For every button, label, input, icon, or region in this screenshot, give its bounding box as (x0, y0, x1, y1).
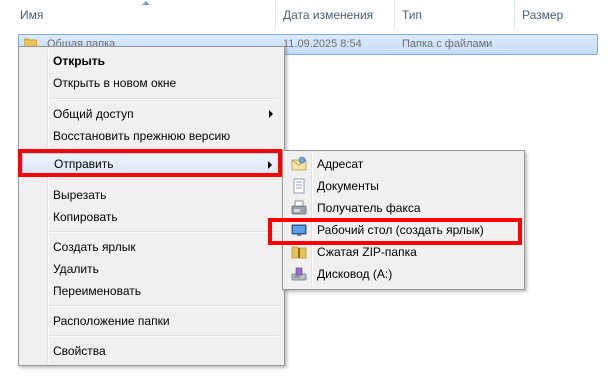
send-to-documents[interactable]: Документы (286, 175, 521, 197)
menu-separator (49, 231, 279, 233)
mail-recipient-icon (291, 156, 307, 171)
send-to-fax-recipient[interactable]: Получатель факса (286, 197, 521, 219)
desktop-icon (291, 224, 307, 236)
column-divider[interactable] (514, 0, 515, 30)
sort-ascending-icon (142, 1, 150, 5)
floppy-drive-icon (291, 267, 307, 281)
submenu-arrow-icon (269, 110, 273, 118)
column-name[interactable]: Имя (20, 0, 43, 30)
send-to-zip-folder[interactable]: Сжатая ZIP-папка (286, 241, 521, 263)
menu-item-delete[interactable]: Удалить (22, 258, 281, 280)
menu-item-open[interactable]: Открыть (22, 50, 281, 72)
menu-separator (49, 98, 279, 100)
send-to-item-label: Получатель факса (317, 201, 421, 215)
context-menu: Открыть Открыть в новом окне Общий досту… (18, 46, 285, 366)
menu-item-send-to-label: Отправить (54, 157, 114, 171)
column-divider[interactable] (394, 0, 395, 30)
send-to-mail-recipient[interactable]: Адресат (286, 153, 521, 175)
column-divider[interactable] (275, 0, 276, 30)
column-date-modified[interactable]: Дата изменения (283, 0, 373, 30)
menu-separator (49, 179, 279, 181)
menu-separator (49, 150, 279, 152)
column-size[interactable]: Размер (522, 0, 563, 30)
file-date: 11.09.2025 8:54 (283, 38, 362, 50)
menu-separator (49, 335, 279, 337)
send-to-submenu: Адресат Документы Получатель факса Рабоч… (282, 150, 525, 290)
column-header-bar: Имя Дата изменения Тип Размер (0, 0, 610, 30)
send-to-item-label: Адресат (317, 157, 364, 171)
menu-separator (49, 305, 279, 307)
send-to-desktop-shortcut[interactable]: Рабочий стол (создать ярлык) (286, 219, 521, 241)
menu-item-restore-previous[interactable]: Восстановить прежнюю версию (22, 125, 281, 147)
menu-item-rename[interactable]: Переименовать (22, 280, 281, 302)
column-type[interactable]: Тип (402, 0, 422, 30)
send-to-item-label: Дисковод (A:) (317, 267, 393, 281)
submenu-arrow-icon (268, 161, 272, 169)
send-to-item-label: Сжатая ZIP-папка (317, 245, 417, 259)
menu-item-properties[interactable]: Свойства (22, 340, 281, 362)
file-type: Папка с файлами (402, 38, 493, 50)
fax-icon (291, 200, 307, 215)
documents-icon (293, 178, 305, 194)
menu-item-cut[interactable]: Вырезать (22, 184, 281, 206)
menu-item-create-shortcut[interactable]: Создать ярлык (22, 236, 281, 258)
menu-item-send-to[interactable]: Отправить (22, 153, 281, 175)
menu-item-open-new-window[interactable]: Открыть в новом окне (22, 72, 281, 94)
send-to-floppy-drive[interactable]: Дисковод (A:) (286, 263, 521, 285)
menu-item-share-label: Общий доступ (53, 107, 134, 121)
send-to-item-label: Документы (317, 179, 379, 193)
zip-folder-icon (291, 246, 307, 259)
menu-item-share[interactable]: Общий доступ (22, 103, 281, 125)
send-to-item-label: Рабочий стол (создать ярлык) (317, 223, 484, 237)
menu-item-folder-location[interactable]: Расположение папки (22, 310, 281, 332)
menu-item-copy[interactable]: Копировать (22, 206, 281, 228)
